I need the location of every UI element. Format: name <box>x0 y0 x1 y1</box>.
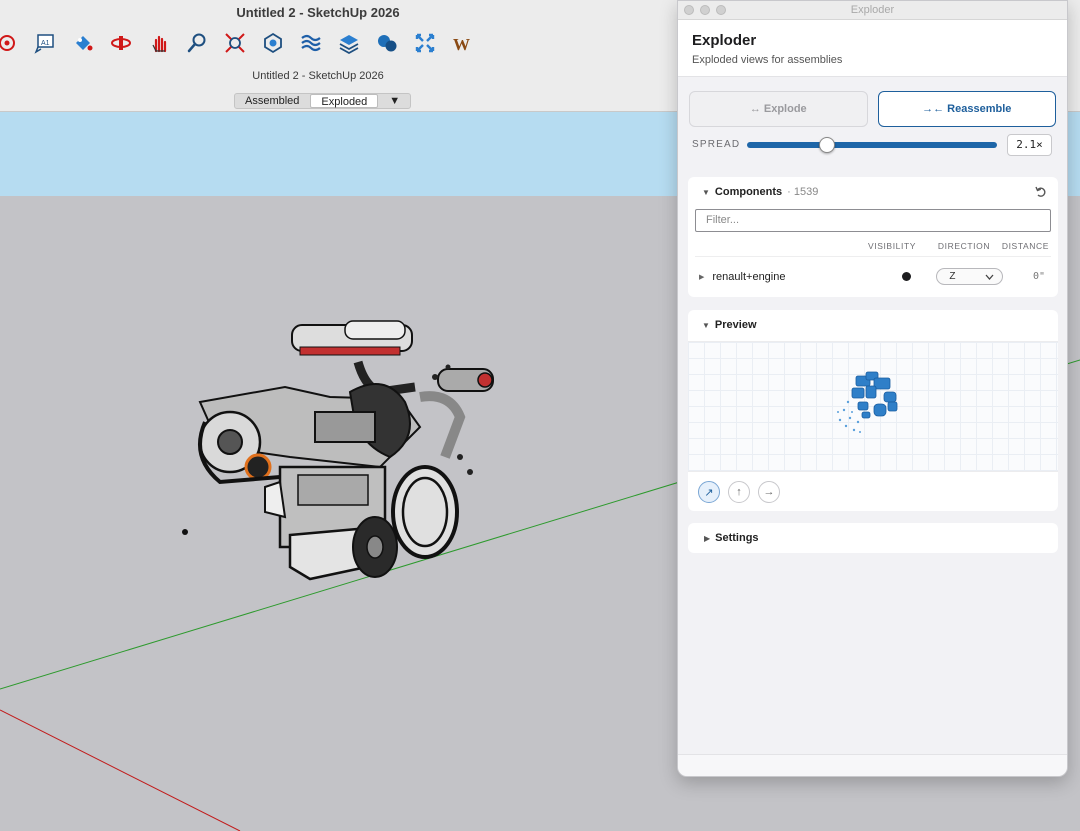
view-iso-button[interactable]: ↗ <box>698 481 720 503</box>
components-section: ▼ Components · 1539 Filter... VISIBILITY… <box>688 177 1058 297</box>
scene-tabs: Assembled Exploded ▼ <box>234 93 412 109</box>
column-headers: VISIBILITY DIRECTION DISTANCE <box>688 232 1058 251</box>
component-name: renault+engine <box>712 270 786 283</box>
exploder-panel: Exploder Exploder Exploded views for ass… <box>677 0 1068 777</box>
chevron-down-icon <box>985 274 994 280</box>
reassemble-button[interactable]: →← Reassemble <box>877 91 1056 127</box>
distance-value: 0" <box>1032 271 1045 282</box>
svg-text:A1: A1 <box>41 40 50 47</box>
component-row[interactable]: ▶ renault+engine Z 0" <box>695 256 1051 296</box>
chat-icon[interactable] <box>368 28 406 58</box>
panel-header: Exploder Exploded views for assemblies <box>678 20 1067 77</box>
red-axis <box>0 709 241 831</box>
layers-icon[interactable] <box>292 28 330 58</box>
spread-value-field[interactable]: 2.1× <box>1007 133 1052 156</box>
col-visibility: VISIBILITY <box>867 241 917 251</box>
pan-icon[interactable] <box>140 28 178 58</box>
target-icon[interactable] <box>0 28 26 58</box>
filter-input[interactable]: Filter... <box>695 209 1051 232</box>
window-title: Untitled 2 - SketchUp 2026 <box>236 5 400 20</box>
close-icon[interactable] <box>684 5 694 15</box>
warehouse-icon[interactable]: W <box>444 28 482 58</box>
scene-menu-icon[interactable]: ▼ <box>379 94 410 108</box>
visibility-dot-icon[interactable] <box>902 272 912 281</box>
zoom-window-icon[interactable] <box>716 5 726 15</box>
settings-section[interactable]: ▶ Settings <box>688 523 1058 553</box>
preview-section: ▼ Preview ↗ ↑ → <box>688 310 1058 511</box>
zoom-extents-icon[interactable] <box>216 28 254 58</box>
view-front-button[interactable]: → <box>758 481 780 503</box>
action-buttons: ↔ Explode →← Reassemble <box>678 77 1067 127</box>
components-count: · 1539 <box>787 186 819 198</box>
window-controls <box>684 5 726 15</box>
panel-window-title: Exploder <box>850 4 895 16</box>
scene-tab-exploded[interactable]: Exploded <box>310 94 379 108</box>
text-tool-icon[interactable]: A1 <box>26 28 64 58</box>
col-direction: DIRECTION <box>937 241 991 251</box>
disclosure-open-icon[interactable]: ▼ <box>702 188 710 197</box>
disclosure-closed-icon[interactable]: ▶ <box>704 534 710 543</box>
view-top-button[interactable]: ↑ <box>728 481 750 503</box>
expand-caret-icon[interactable]: ▶ <box>699 273 704 281</box>
scene-tab-assembled[interactable]: Assembled <box>235 94 309 108</box>
reset-icon[interactable] <box>1034 185 1048 199</box>
disclosure-open-icon[interactable]: ▼ <box>702 321 710 330</box>
panel-subtitle: Exploded views for assemblies <box>692 54 843 66</box>
settings-header[interactable]: ▶ Settings <box>688 523 1058 553</box>
components-header[interactable]: ▼ Components · 1539 <box>688 177 1058 207</box>
settings-title: Settings <box>715 532 759 544</box>
panel-footer <box>678 754 1067 776</box>
preview-header[interactable]: ▼ Preview <box>688 310 1058 340</box>
fullscreen-icon[interactable] <box>406 28 444 58</box>
preview-canvas[interactable] <box>688 341 1058 472</box>
col-distance: DISTANCE <box>1001 241 1049 251</box>
components-title: Components <box>714 186 783 198</box>
preview-title: Preview <box>714 319 757 331</box>
tool-row: A1 W <box>0 28 482 58</box>
panel-title: Exploder <box>692 32 757 49</box>
zoom-icon[interactable] <box>178 28 216 58</box>
explode-button[interactable]: ↔ Explode <box>689 91 868 127</box>
spread-label: SPREAD <box>692 139 741 150</box>
panel-titlebar[interactable]: Exploder <box>678 1 1067 20</box>
paint-bucket-icon[interactable] <box>64 28 102 58</box>
spread-slider[interactable] <box>747 136 997 153</box>
spread-slider-handle[interactable] <box>819 136 835 153</box>
document-title: Untitled 2 - SketchUp 2026 <box>252 70 384 82</box>
preview-model <box>837 371 898 433</box>
svg-text:W: W <box>453 35 470 54</box>
stack-icon[interactable] <box>330 28 368 58</box>
view-buttons: ↗ ↑ → <box>688 472 1058 510</box>
orbit-icon[interactable] <box>102 28 140 58</box>
component-icon[interactable] <box>254 28 292 58</box>
direction-value: Z <box>949 271 956 282</box>
direction-select[interactable]: Z <box>936 268 1004 285</box>
spread-control: SPREAD 2.1× <box>678 127 1067 156</box>
minimize-icon[interactable] <box>700 5 710 15</box>
engine-model[interactable] <box>180 317 510 587</box>
